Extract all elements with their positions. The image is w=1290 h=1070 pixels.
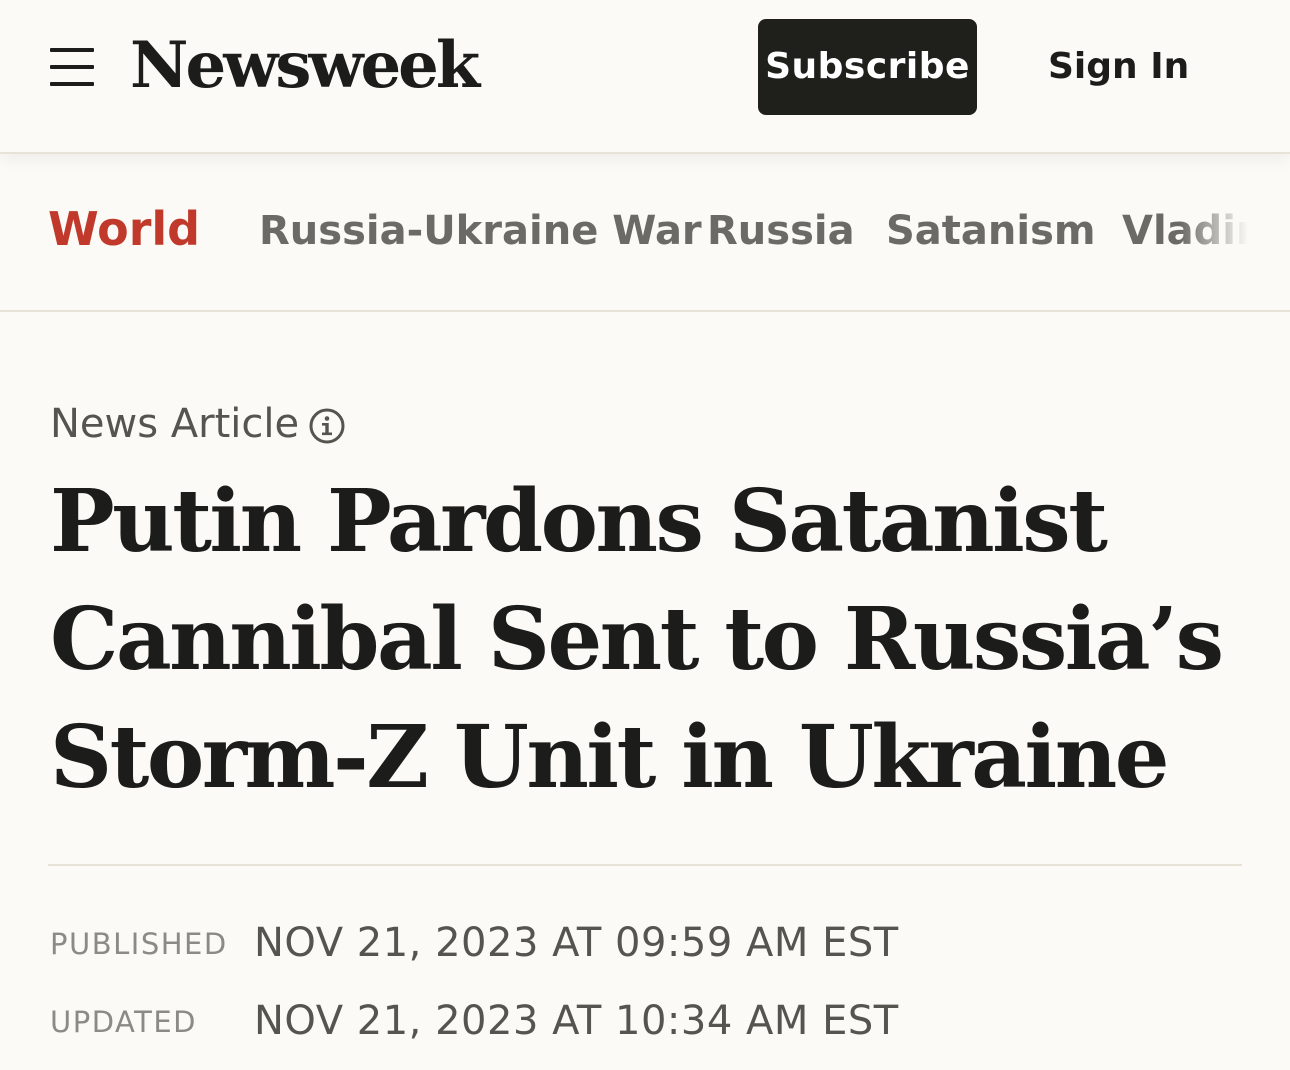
info-icon[interactable]	[309, 408, 345, 444]
published-label: PUBLISHED	[50, 927, 228, 961]
menu-bar	[50, 65, 94, 69]
article-headline: Putin Pardons Satanist Cannibal Sent to …	[50, 471, 1224, 808]
nav-item-satanism[interactable]: Satanism	[886, 206, 1096, 256]
section-nav: World Russia-Ukraine War Russia Satanism…	[0, 154, 1290, 312]
subscribe-button[interactable]: Subscribe	[758, 19, 977, 115]
divider	[48, 864, 1242, 866]
sign-in-button[interactable]: Sign In	[1048, 19, 1189, 115]
published-date: NOV 21, 2023 AT 09:59 AM EST	[254, 920, 899, 966]
site-header: Newsweek Subscribe Sign In	[0, 0, 1290, 154]
menu-bar	[50, 48, 94, 52]
updated-date: NOV 21, 2023 AT 10:34 AM EST	[254, 998, 899, 1044]
hamburger-menu-icon[interactable]	[50, 48, 94, 86]
newsweek-logo[interactable]: Newsweek	[130, 26, 480, 106]
nav-item-russia-ukraine-war[interactable]: Russia-Ukraine War	[259, 206, 702, 256]
menu-bar	[50, 82, 94, 86]
updated-label: UPDATED	[50, 1005, 197, 1039]
nav-item-world[interactable]: World	[48, 204, 200, 254]
article-type-label: News Article	[50, 401, 300, 447]
nav-item-vladimir[interactable]: Vladir	[1122, 206, 1256, 256]
nav-item-russia[interactable]: Russia	[707, 206, 855, 256]
